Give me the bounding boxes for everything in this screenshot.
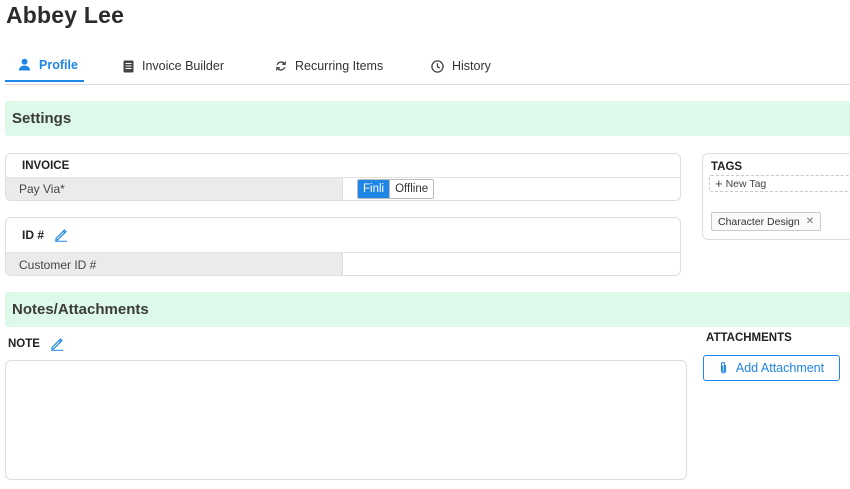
settings-section-header: Settings xyxy=(5,101,850,136)
customer-id-label: Customer ID # xyxy=(6,253,343,275)
tab-invoice-builder-label: Invoice Builder xyxy=(142,59,224,73)
tags-card: TAGS + New Tag Character Design ✕ xyxy=(702,153,850,240)
pay-via-option-finli[interactable]: Finli xyxy=(358,180,390,198)
refresh-icon xyxy=(275,61,287,71)
notes-section-header: Notes/Attachments xyxy=(5,292,850,327)
tag-label: Character Design xyxy=(718,215,800,228)
tab-history-label: History xyxy=(452,59,491,73)
tags-heading: TAGS xyxy=(711,161,743,173)
add-attachment-button[interactable]: Add Attachment xyxy=(703,355,840,381)
id-card-header: ID # xyxy=(6,218,680,253)
remove-tag-close-icon[interactable]: ✕ xyxy=(806,216,814,227)
note-header: NOTE xyxy=(8,337,64,351)
note-label: NOTE xyxy=(8,338,40,350)
customer-id-value[interactable] xyxy=(343,253,680,275)
customer-id-row: Customer ID # xyxy=(6,253,680,275)
tab-profile[interactable]: Profile xyxy=(5,49,84,82)
tab-recurring-items-label: Recurring Items xyxy=(295,59,384,73)
notes-heading: Notes/Attachments xyxy=(12,301,149,318)
tab-recurring-items[interactable]: Recurring Items xyxy=(275,49,383,83)
invoice-card: INVOICE Pay Via* Finli Offline xyxy=(5,153,681,201)
pay-via-label: Pay Via* xyxy=(6,178,343,200)
pay-via-option-offline[interactable]: Offline xyxy=(389,180,434,198)
page-title: Abbey Lee xyxy=(6,2,125,28)
edit-id-pencil-icon[interactable] xyxy=(54,228,68,242)
paperclip-icon xyxy=(720,362,726,374)
add-attachment-label: Add Attachment xyxy=(735,361,825,375)
tag-chip: Character Design ✕ xyxy=(711,212,822,231)
attachments-label: ATTACHMENTS xyxy=(706,332,792,344)
new-tag-button[interactable]: + New Tag xyxy=(709,175,850,192)
pay-via-toggle: Finli Offline xyxy=(357,179,435,199)
id-heading: ID # xyxy=(22,228,45,242)
tab-history[interactable]: History xyxy=(431,49,491,83)
id-card: ID # Customer ID # xyxy=(5,217,681,276)
settings-heading: Settings xyxy=(12,110,72,127)
tab-bar: Profile Invoice Builder Recurring Items … xyxy=(5,49,850,85)
plus-icon: + xyxy=(715,176,723,191)
pay-via-value: Finli Offline xyxy=(343,178,680,200)
clock-icon xyxy=(431,59,444,73)
new-tag-label: New Tag xyxy=(725,177,767,190)
note-textarea[interactable] xyxy=(5,360,687,480)
tab-profile-label: Profile xyxy=(39,57,78,72)
pay-via-row: Pay Via* Finli Offline xyxy=(6,178,680,200)
edit-note-pencil-icon[interactable] xyxy=(50,337,64,351)
tab-invoice-builder[interactable]: Invoice Builder xyxy=(123,49,224,83)
invoice-heading: INVOICE xyxy=(6,154,680,178)
user-icon xyxy=(18,58,31,71)
receipt-icon xyxy=(123,60,134,72)
